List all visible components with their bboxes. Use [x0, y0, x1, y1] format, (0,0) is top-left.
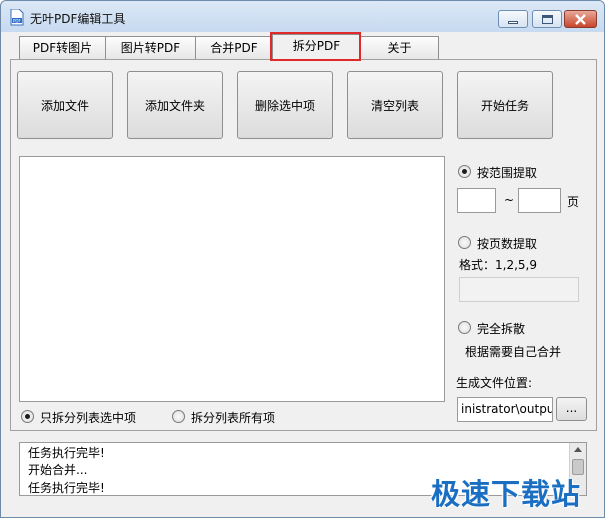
- format-hint: 格式：1,2,5,9: [459, 258, 537, 272]
- window-title: 无叶PDF编辑工具: [30, 12, 126, 26]
- app-window: PDF 无叶PDF编辑工具 PDF转图片 图片转PDF 合并PDF 拆分PDF …: [0, 0, 605, 518]
- add-folder-button[interactable]: 添加文件夹: [127, 71, 223, 139]
- delete-selected-button[interactable]: 删除选中项: [237, 71, 333, 139]
- tab-about[interactable]: 关于: [360, 36, 439, 60]
- maximize-button[interactable]: [532, 10, 562, 28]
- tab-image-to-pdf[interactable]: 图片转PDF: [105, 36, 196, 60]
- range-to-input[interactable]: [518, 188, 561, 213]
- clear-list-button[interactable]: 清空列表: [347, 71, 443, 139]
- log-line: 任务执行完毕!: [28, 446, 105, 460]
- watermark-logo: 极速下载站: [431, 477, 582, 511]
- range-tilde: ~: [504, 193, 515, 207]
- split-all-note: 根据需要自己合并: [465, 345, 562, 359]
- radio-by-range[interactable]: [458, 165, 471, 178]
- radio-all-items[interactable]: [172, 410, 185, 423]
- file-list[interactable]: [19, 156, 445, 402]
- selected-only-label: 只拆分列表选中项: [40, 411, 137, 425]
- log-line: 开始合并...: [28, 463, 88, 477]
- tab-merge-pdf[interactable]: 合并PDF: [195, 36, 273, 60]
- close-icon: [575, 13, 586, 25]
- radio-by-pages[interactable]: [458, 236, 471, 249]
- page-unit-label: 页: [567, 195, 580, 209]
- start-task-button[interactable]: 开始任务: [457, 71, 553, 139]
- minimize-icon: [508, 20, 518, 24]
- by-pages-label: 按页数提取: [477, 237, 538, 251]
- radio-selected-only[interactable]: [21, 410, 34, 423]
- radio-split-all[interactable]: [458, 321, 471, 334]
- pages-input[interactable]: [459, 277, 579, 302]
- tab-strip: PDF转图片 图片转PDF 合并PDF 拆分PDF 关于: [11, 34, 596, 61]
- pdf-app-icon: PDF: [10, 9, 24, 26]
- add-file-button[interactable]: 添加文件: [17, 71, 113, 139]
- scroll-up-icon[interactable]: [574, 447, 582, 452]
- tab-pdf-to-image[interactable]: PDF转图片: [19, 36, 106, 60]
- output-location-label: 生成文件位置:: [456, 376, 533, 390]
- tab-split-pdf[interactable]: 拆分PDF: [272, 34, 361, 61]
- range-from-input[interactable]: [457, 188, 496, 213]
- by-range-label: 按范围提取: [477, 166, 538, 180]
- split-all-label: 完全拆散: [477, 322, 526, 336]
- log-line: 任务执行完毕!: [28, 481, 105, 495]
- svg-text:PDF: PDF: [13, 18, 21, 23]
- all-items-label: 拆分列表所有项: [191, 411, 276, 425]
- close-button[interactable]: [564, 10, 597, 28]
- browse-button[interactable]: ...: [556, 397, 587, 421]
- minimize-button[interactable]: [498, 10, 528, 28]
- maximize-icon: [541, 14, 553, 24]
- title-bar[interactable]: PDF 无叶PDF编辑工具: [1, 1, 604, 32]
- output-path-input[interactable]: inistrator\output: [457, 397, 553, 422]
